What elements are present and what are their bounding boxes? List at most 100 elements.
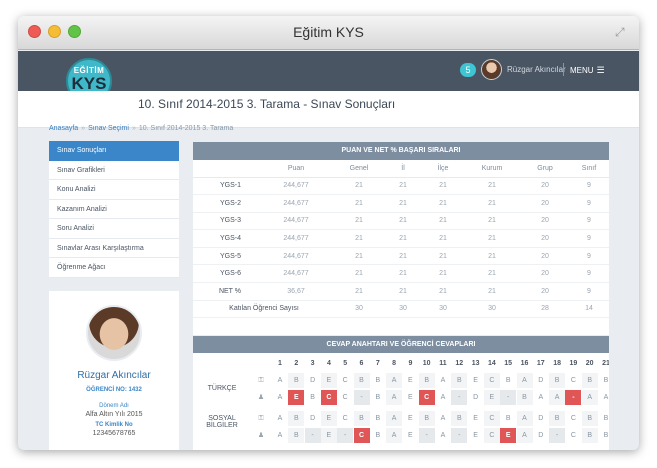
column-header (193, 160, 257, 178)
answer-key-cell: B (375, 377, 381, 384)
answer-key-cell: E (320, 411, 337, 426)
sidebar-item-exam-charts[interactable]: Sınav Grafikleri (49, 160, 179, 180)
breadcrumb-exam-select[interactable]: Sınav Seçimi (88, 125, 129, 132)
sidebar-item-exam-results[interactable]: Sınav Sonuçları (49, 141, 179, 161)
term-label: Dönem Adı (99, 403, 129, 409)
answer-key-cell: A (516, 411, 533, 426)
answer-key-cell: B (451, 373, 468, 388)
breadcrumb-home[interactable]: Anasayfa (49, 125, 78, 132)
student-answer-cell: A (277, 432, 283, 439)
table-cell: 21 (423, 212, 463, 231)
menu-label: MENU (570, 66, 594, 75)
sidebar-item-outcome-analysis[interactable]: Kazanım Analizi (49, 199, 179, 219)
table-row: YGS-5 244,677 21 21 21 21 20 9 (193, 247, 609, 266)
question-number: 1 (278, 360, 282, 367)
ranking-header-row: Puan Genel İl İlçe Kurum Grup Sınıf (193, 160, 609, 178)
answer-key-cell: A (277, 377, 283, 384)
answer-key-cell: A (516, 373, 533, 388)
table-cell: 21 (463, 282, 521, 301)
question-number: 21 (602, 360, 609, 367)
question-number: 18 (553, 360, 561, 367)
notification-badge[interactable]: 5 (460, 63, 476, 77)
table-cell: 28 (521, 300, 569, 319)
table-cell: 36,67 (257, 282, 335, 301)
answer-key-cell: E (408, 415, 413, 422)
table-cell: 20 (521, 194, 569, 213)
breadcrumb-separator: » (81, 125, 86, 132)
answer-key-cell: C (570, 377, 576, 384)
answer-key-cell: E (320, 373, 337, 388)
table-cell: 21 (423, 282, 463, 301)
table-cell: 21 (335, 229, 383, 248)
sidebar-item-exam-comparison[interactable]: Sınavlar Arası Karşılaştırma (49, 238, 179, 258)
table-cell: 30 (423, 300, 463, 319)
answer-key-cell: B (375, 415, 381, 422)
answer-key-cell: C (342, 415, 348, 422)
table-cell: 9 (569, 194, 609, 213)
row-label: YGS-1 (193, 177, 257, 196)
table-cell: 21 (463, 212, 521, 231)
student-answer-cell: B (310, 394, 315, 401)
table-cell: 20 (521, 282, 569, 301)
student-answer-cell: - (353, 390, 370, 405)
question-number: 14 (487, 360, 496, 367)
student-number: ÖĞRENCİ NO: 1432 (86, 387, 142, 393)
ranking-table: Puan Genel İl İlçe Kurum Grup Sınıf YGS-… (193, 160, 609, 319)
table-cell: 21 (383, 177, 423, 196)
navbar-divider (563, 63, 564, 76)
tc-value: 12345678765 (92, 430, 136, 437)
table-cell: 21 (463, 229, 521, 248)
table-cell: 30 (463, 300, 521, 319)
answer-key-cell: D (310, 377, 316, 384)
student-answer-cell: B (375, 432, 381, 439)
student-answer-cell: A (603, 394, 609, 401)
student-answer-cell: A (538, 394, 544, 401)
title-bar: Eğitim KYS ⤢ (18, 16, 639, 50)
question-number: 10 (422, 360, 431, 367)
breadcrumb: Anasayfa» Sınav Seçimi» 10. Sınıf 2014-201… (49, 125, 233, 132)
sidebar-item-topic-analysis[interactable]: Konu Analizi (49, 180, 179, 200)
table-cell: 20 (521, 177, 569, 196)
student-answer-cell: A (440, 432, 446, 439)
student-answer-cell: - (549, 428, 566, 443)
table-cell: 21 (423, 264, 463, 284)
sidebar-item-learning-tree[interactable]: Öğrenme Ağacı (49, 258, 179, 278)
sidebar-item-question-analysis[interactable]: Soru Analizi (49, 219, 179, 239)
question-number: 2 (294, 360, 299, 367)
question-number: 11 (439, 360, 447, 367)
student-answer-cell: C (353, 428, 370, 443)
student-answer-cell: - (451, 428, 468, 443)
subject-label: TÜRKÇE (207, 385, 237, 392)
student-answer-cell: D (538, 432, 544, 439)
table-cell: 20 (521, 247, 569, 266)
column-header: Kurum (463, 160, 521, 178)
student-answer-cell: - (304, 428, 321, 443)
table-cell: 244,677 (257, 229, 335, 248)
table-row: YGS-4 244,677 21 21 21 21 20 9 (193, 229, 609, 248)
table-cell: 21 (335, 194, 383, 213)
table-cell: 244,677 (257, 212, 335, 231)
user-avatar[interactable] (481, 59, 502, 80)
student-answer-cell: E (408, 394, 413, 401)
table-row: YGS-6 244,677 21 21 21 21 20 9 (193, 264, 609, 284)
row-label: YGS-3 (193, 212, 257, 231)
menu-button[interactable]: MENU ☰ (570, 65, 605, 76)
student-answer-cell: - (451, 390, 468, 405)
student-answer-cell: A (386, 390, 403, 405)
answer-key-cell: B (549, 373, 566, 388)
table-cell: 30 (383, 300, 423, 319)
answer-key-cell: B (418, 411, 435, 426)
student-answer-cell: B (288, 428, 305, 443)
fullscreen-icon[interactable]: ⤢ (615, 25, 629, 39)
user-name[interactable]: Rüzgar Akıncılar (507, 65, 566, 74)
question-number: 16 (520, 360, 529, 367)
breadcrumb-separator: » (131, 125, 136, 132)
table-cell: 244,677 (257, 247, 335, 266)
table-cell: 9 (569, 247, 609, 266)
table-cell: 21 (463, 247, 521, 266)
table-cell: 20 (521, 264, 569, 284)
answer-key-cell: B (451, 411, 468, 426)
answers-panel-title: CEVAP ANAHTARI VE ÖĞRENCİ CEVAPLARI (193, 336, 609, 353)
answer-key-cell: B (418, 373, 435, 388)
tc-label: TC Kimlik No (95, 422, 133, 428)
